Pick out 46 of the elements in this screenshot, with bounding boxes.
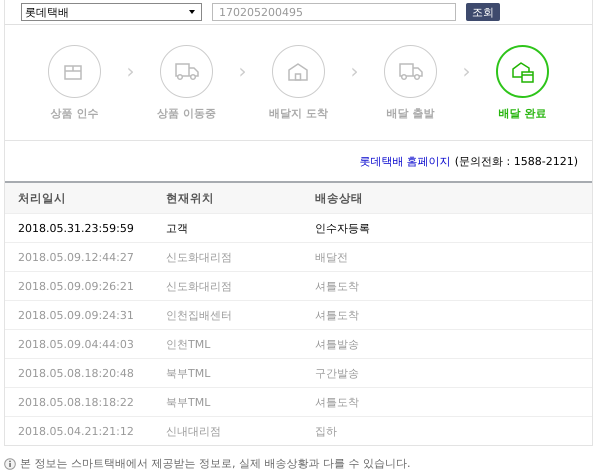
house-icon <box>286 60 310 82</box>
phone-text: (문의전화 : 1588-2121) <box>454 154 578 168</box>
table-cell: 2018.05.09.12:44:27 <box>5 242 153 272</box>
table-cell: 인수자등록 <box>302 214 592 242</box>
table-cell: 셔틀도착 <box>302 388 592 416</box>
chevron-separator: › <box>350 58 360 85</box>
chevron-separator: › <box>126 58 136 85</box>
step-label: 배달지 도착 <box>269 106 328 121</box>
table-cell: 2018.05.09.09:26:21 <box>5 272 153 300</box>
table-cell: 2018.05.31.23:59:59 <box>5 214 153 242</box>
house-with-box-icon <box>510 60 534 82</box>
step-label: 상품 이동중 <box>157 106 216 121</box>
table-cell: 인천TML <box>153 330 302 358</box>
truck-icon <box>174 60 198 82</box>
table-cell: 2018.05.09.09:24:31 <box>5 300 153 330</box>
step-label: 상품 인수 <box>50 106 98 121</box>
table-cell: 셔틀발송 <box>302 330 592 358</box>
column-header: 배송상태 <box>302 183 592 214</box>
step-label: 배달 출발 <box>386 106 434 121</box>
table-cell: 신내대리점 <box>153 416 302 445</box>
table-cell: 구간발송 <box>302 358 592 388</box>
chevron-separator: › <box>462 58 472 85</box>
table-cell: 고객 <box>153 214 302 242</box>
table-cell: 2018.05.08.18:20:48 <box>5 358 153 388</box>
truck-icon <box>398 60 422 82</box>
chevron-separator: › <box>238 58 248 85</box>
table-cell: 인천집배센터 <box>153 300 302 330</box>
step-label: 배달 완료 <box>498 106 546 121</box>
homepage-link[interactable]: 롯데택배 홈페이지 <box>359 154 451 168</box>
table-cell: 2018.05.04.21:21:12 <box>5 416 153 445</box>
table-cell: 북부TML <box>153 388 302 416</box>
table-cell: 2018.05.08.18:18:22 <box>5 388 153 416</box>
column-header: 처리일시 <box>5 183 153 214</box>
table-cell: 2018.05.09.04:44:03 <box>5 330 153 358</box>
column-header: 현재위치 <box>153 183 302 214</box>
table-cell: 신도화대리점 <box>153 242 302 272</box>
table-cell: 배달전 <box>302 242 592 272</box>
table-cell: 셔틀도착 <box>302 300 592 330</box>
table-cell: 신도화대리점 <box>153 272 302 300</box>
carrier-select[interactable]: 롯데택배 <box>21 3 202 21</box>
notice-text: 본 정보는 스마트택배에서 제공받는 정보로, 실제 배송상황과 다를 수 있습니다. <box>20 456 410 471</box>
table-cell: 집하 <box>302 416 592 445</box>
search-button[interactable]: 조회 <box>466 3 500 21</box>
info-icon <box>4 458 16 470</box>
table-cell: 북부TML <box>153 358 302 388</box>
table-cell: 셔틀도착 <box>302 272 592 300</box>
